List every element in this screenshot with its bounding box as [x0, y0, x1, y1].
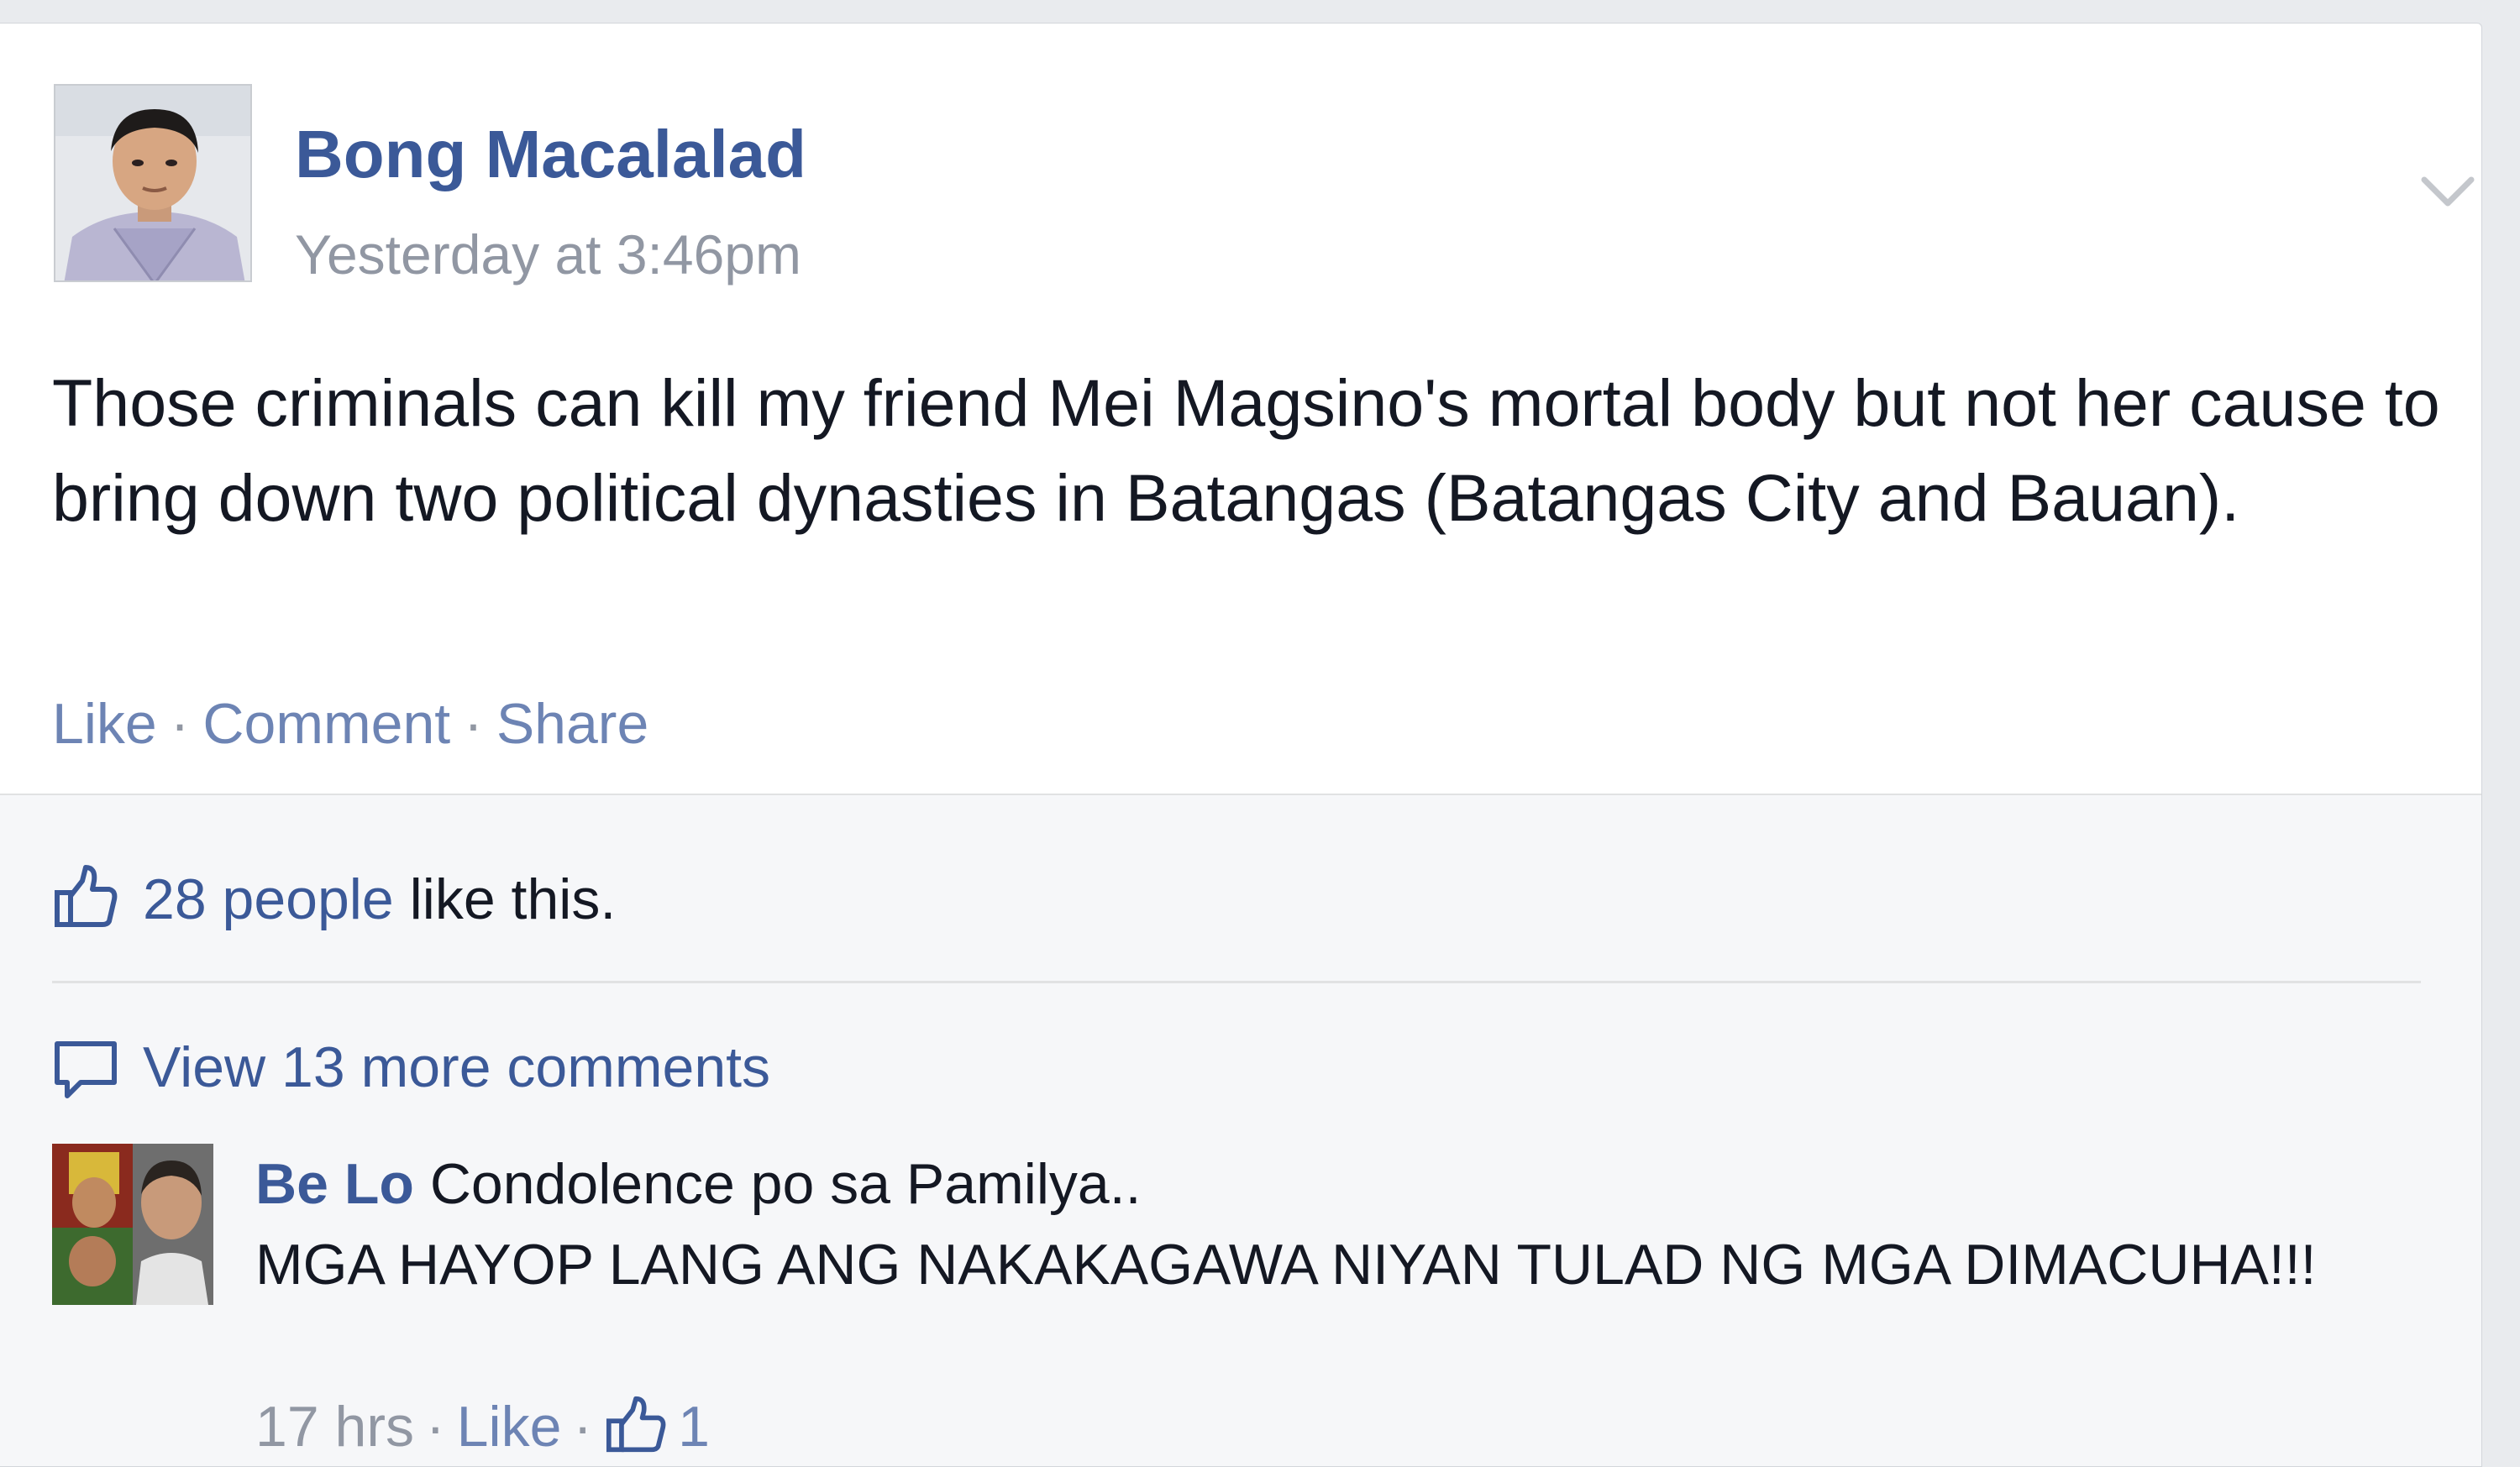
chevron-down-icon[interactable] [2414, 168, 2481, 218]
post-timestamp[interactable]: Yesterday at 3:46pm [295, 223, 801, 286]
meta-separator: · [573, 1395, 593, 1459]
post-card: Bong Macalalad Yesterday at 3:46pm Those… [0, 23, 2482, 1467]
likes-count-link[interactable]: 28 people [143, 867, 394, 931]
post-actions: Like · Comment · Share [52, 691, 648, 757]
comment-author[interactable]: Be Lo [255, 1152, 414, 1216]
likes-text: 28 people like this. [143, 867, 616, 932]
comment-meta: 17 hrs · Like · 1 [255, 1394, 710, 1459]
action-separator: · [464, 692, 483, 756]
comment-like-link[interactable]: Like [457, 1395, 562, 1459]
post-author-name[interactable]: Bong Macalalad [295, 116, 806, 193]
author-avatar[interactable] [54, 84, 252, 282]
thumbs-up-icon [52, 862, 119, 930]
comment-text-rest: MGA HAYOP LANG ANG NAKAKAGAWA NIYAN TULA… [255, 1233, 2317, 1297]
thumbs-up-icon [604, 1394, 668, 1454]
comment-like-count[interactable]: 1 [668, 1395, 710, 1459]
feedback-section: 28 people like this. View 13 more commen… [0, 794, 2481, 1466]
action-separator: · [170, 692, 190, 756]
profile-photo-icon [55, 86, 250, 280]
commenter-photo-icon [52, 1144, 213, 1305]
like-link[interactable]: Like [52, 692, 157, 756]
post-header: Bong Macalalad Yesterday at 3:46pm [54, 84, 2475, 286]
view-more-label[interactable]: View 13 more comments [143, 1035, 770, 1100]
comment-link[interactable]: Comment [202, 692, 450, 756]
comment-item: Be Lo Condolence po sa Pamilya.. MGA HAY… [52, 1144, 2454, 1466]
likes-suffix: like this. [393, 867, 617, 931]
meta-separator: · [426, 1395, 445, 1459]
post-body-text: Those criminals can kill my friend Mei M… [52, 365, 2440, 535]
commenter-avatar[interactable] [52, 1144, 213, 1305]
divider [52, 981, 2421, 983]
comment-body: Be Lo Condolence po sa Pamilya.. MGA HAY… [255, 1144, 2372, 1305]
comment-time[interactable]: 17 hrs [255, 1395, 414, 1459]
comment-bubble-icon [52, 1039, 119, 1103]
comment-text-line1: Condolence po sa Pamilya.. [429, 1152, 1142, 1216]
share-link[interactable]: Share [496, 692, 648, 756]
